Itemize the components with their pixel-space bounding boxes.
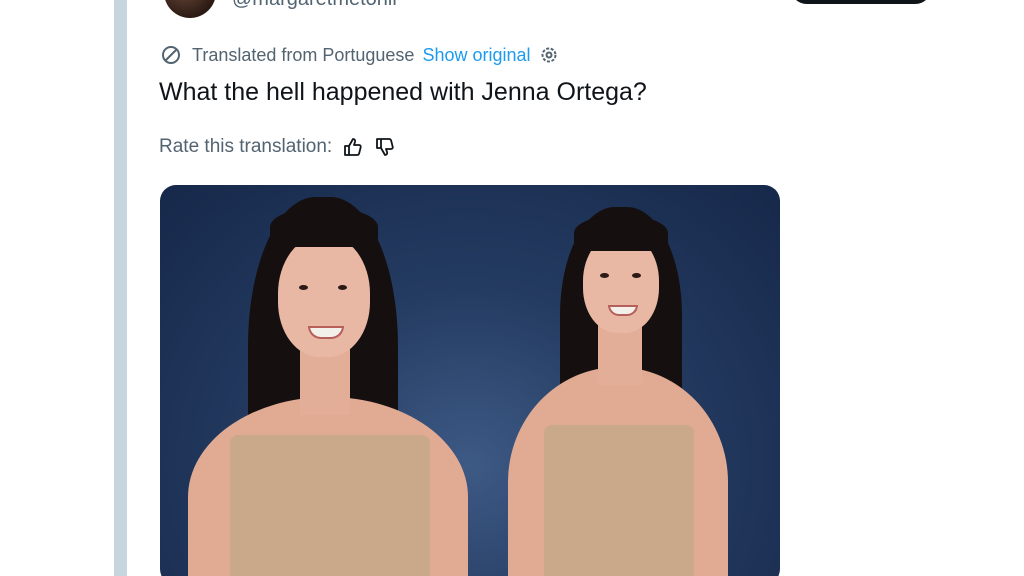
tweet-view: @margaretmetonii Translated from Portugu… (0, 0, 1024, 576)
translation-note: Translated from Portuguese (192, 44, 415, 65)
show-original-link[interactable]: Show original (422, 45, 530, 66)
translation-notice: Translated from Portuguese Show original (160, 42, 559, 68)
gear-icon[interactable] (539, 45, 559, 65)
translate-icon (160, 44, 182, 66)
tweet-text: What the hell happened with Jenna Ortega… (159, 78, 647, 106)
thumbs-down-icon[interactable] (374, 136, 396, 158)
rate-translation: Rate this translation: (159, 133, 396, 161)
author-handle[interactable]: @margaretmetonii (232, 0, 397, 11)
person-figure-left (160, 185, 470, 576)
follow-button[interactable] (790, 0, 932, 4)
tweet-image[interactable] (160, 185, 780, 576)
rate-translation-label: Rate this translation: (159, 136, 333, 157)
person-figure-right (470, 185, 780, 576)
thread-rail (114, 0, 127, 576)
thumbs-up-icon[interactable] (342, 136, 364, 158)
avatar[interactable] (164, 0, 216, 18)
